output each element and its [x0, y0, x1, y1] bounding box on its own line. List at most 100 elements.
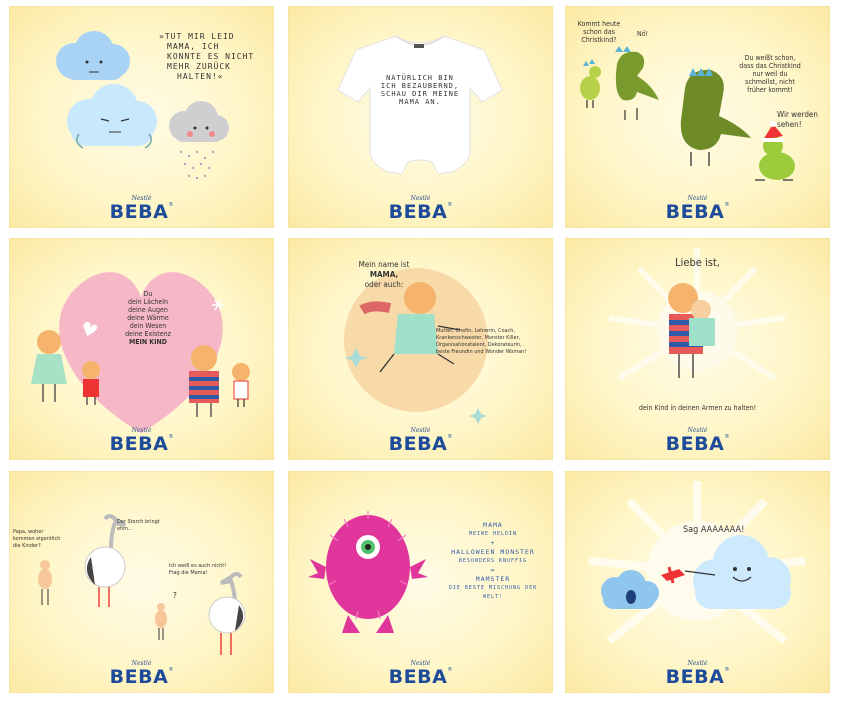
beba-wordmark: BEBA [109, 201, 169, 223]
text-line: MEIN KIND [128, 338, 168, 346]
text-line: Mein name ist [358, 260, 410, 269]
text-line: schon das [583, 28, 615, 36]
text-line: SCHAU DIR MEINE [380, 90, 460, 98]
card-say-aaa[interactable]: Sag AAAAAAA! Nestlé BEBA® [565, 471, 830, 693]
text-line: ehm... [117, 526, 133, 532]
text-line: MAMSTER [475, 575, 511, 583]
beba-logo: Nestlé BEBA® [288, 427, 553, 454]
text-line: deine Existenz [125, 330, 171, 338]
text-line: dass das Christkind [739, 62, 801, 70]
text-line: die Kinder? [13, 543, 41, 549]
beba-logo: Nestlé BEBA® [9, 195, 274, 222]
registered-mark: ® [168, 434, 174, 440]
mama-title: Mein name ist MAMA, oder auch: [344, 260, 424, 290]
card-mamster[interactable]: MAMA MEINE HELDIN + HALLOWEEN MONSTER BE… [288, 471, 553, 693]
text-line: HALLOWEEN MONSTER [451, 548, 535, 556]
text-line: Christkind? [581, 36, 617, 44]
text-line: Krankenschwester, Monster Killer, [436, 335, 521, 341]
card-stork[interactable]: Papa, woher kommen eigentlich die Kinder… [9, 471, 274, 693]
text-line: deine Augen [128, 306, 168, 314]
beba-logo: Nestlé BEBA® [565, 195, 830, 222]
text-line: MEINE HELDIN [468, 531, 518, 537]
registered-mark: ® [724, 202, 730, 208]
bodysuit-text: NATÜRLICH BIN ICH BEZAUBERND, SCHAU DIR … [368, 74, 472, 106]
card-love-is[interactable]: Liebe ist, dein Kind in deinen Armen zu … [565, 238, 830, 460]
registered-mark: ® [168, 202, 174, 208]
text-line: Frag die Mama! [169, 570, 208, 576]
card-dinosaurs[interactable]: Kommt heute schon das Christkind? Nö! Du… [565, 6, 830, 228]
text-line: MAMA, [369, 270, 399, 279]
text-line: dein Wesen [129, 322, 167, 330]
card-super-mama[interactable]: Mein name ist MAMA, oder auch: Mutter, C… [288, 238, 553, 460]
beba-wordmark: BEBA [665, 666, 725, 688]
speech-chick-question: Papa, woher kommen eigentlich die Kinder… [13, 529, 73, 550]
text-line: MAMA, ICH [167, 42, 220, 51]
text-line: deine Wärme [127, 314, 169, 322]
text-line: kommen eigentlich [13, 536, 61, 542]
beba-logo: Nestlé BEBA® [9, 427, 274, 454]
text-line: Ich weiß es auch nicht! [169, 563, 227, 569]
text-line: früher kommt! [747, 86, 793, 94]
registered-mark: ® [724, 434, 730, 440]
speech-we-will-see: Wir werden sehen! [777, 110, 827, 130]
text-line: BESONDERS KNUFFIG [458, 558, 528, 564]
beba-logo: Nestlé BEBA® [565, 660, 830, 687]
speech-kid-question: Kommt heute schon das Christkind? [571, 20, 627, 44]
beba-logo: Nestlé BEBA® [9, 660, 274, 687]
card-sorry-clouds[interactable]: »TUT MIR LEID MAMA, ICH KONNTE ES NICHT … [9, 6, 274, 228]
registered-mark: ® [724, 667, 730, 673]
speech-question-mark: ? [173, 591, 177, 600]
beba-wordmark: BEBA [665, 201, 725, 223]
text-line: NATÜRLICH BIN [386, 74, 454, 82]
text-line: ICH BEZAUBERND, [380, 82, 460, 90]
beba-wordmark: BEBA [388, 201, 448, 223]
speech-say-aaa: Sag AAAAAAA! [683, 525, 745, 535]
text-line: Mutter, Chefin, Lehrerin, Coach, [436, 328, 515, 334]
text-line: sehen! [777, 120, 802, 129]
beba-wordmark: BEBA [388, 433, 448, 455]
registered-mark: ® [447, 667, 453, 673]
card-heart[interactable]: Du dein Lächeln deine Augen deine Wärme … [9, 238, 274, 460]
love-is-caption: dein Kind in deinen Armen zu halten! [638, 404, 757, 412]
love-is-title: Liebe ist, [675, 256, 720, 269]
text-line: MEHR ZURÜCK [167, 62, 231, 71]
beba-wordmark: BEBA [665, 433, 725, 455]
registered-mark: ® [447, 202, 453, 208]
card-bodysuit[interactable]: NATÜRLICH BIN ICH BEZAUBERND, SCHAU DIR … [288, 6, 553, 228]
text-line: Der Storch bringt [117, 519, 160, 525]
sorry-text: »TUT MIR LEID MAMA, ICH KONNTE ES NICHT … [159, 32, 269, 82]
heart-text: Du dein Lächeln deine Augen deine Wärme … [103, 290, 193, 346]
mamster-text: MAMA MEINE HELDIN + HALLOWEEN MONSTER BE… [438, 521, 548, 602]
beba-logo: Nestlé BEBA® [288, 660, 553, 687]
text-line: schmollst, nicht [745, 78, 795, 86]
text-line: Wir werden [777, 110, 818, 119]
speech-stork: Der Storch bringt ehm... [117, 519, 187, 533]
text-line: oder auch: [364, 280, 404, 289]
text-line: beste Freundin und Wonder Woman! [436, 349, 527, 355]
text-line: Kommt heute [577, 20, 621, 28]
mama-roles: Mutter, Chefin, Lehrerin, Coach, Kranken… [436, 328, 550, 356]
text-line: MAMA AN. [399, 98, 441, 106]
registered-mark: ® [168, 667, 174, 673]
text-line: DIE BESTE MISCHUNG DER WELT! [448, 585, 538, 600]
registered-mark: ® [447, 434, 453, 440]
text-line: »TUT MIR LEID [159, 32, 235, 41]
text-line: KONNTE ES NICHT [167, 52, 255, 61]
text-line: dein Lächeln [127, 298, 169, 306]
beba-logo: Nestlé BEBA® [288, 195, 553, 222]
text-line: + [490, 539, 496, 547]
speech-no: Nö! [637, 30, 649, 38]
beba-wordmark: BEBA [109, 666, 169, 688]
beba-wordmark: BEBA [388, 666, 448, 688]
speech-ask-mama: Ich weiß es auch nicht! Frag die Mama! [169, 563, 259, 577]
text-line: Organisationstalent, Dekorateurin, [436, 342, 522, 348]
speech-parent: Du weißt schon, dass das Christkind nur … [725, 54, 815, 94]
text-line: = [490, 566, 496, 574]
beba-logo: Nestlé BEBA® [565, 427, 830, 454]
text-line: HALTEN!« [177, 72, 224, 81]
text-line: Du [143, 290, 153, 298]
text-line: Du weißt schon, [744, 54, 796, 62]
text-line: Papa, woher [13, 529, 44, 535]
text-line: nur weil du [752, 70, 788, 78]
beba-wordmark: BEBA [109, 433, 169, 455]
